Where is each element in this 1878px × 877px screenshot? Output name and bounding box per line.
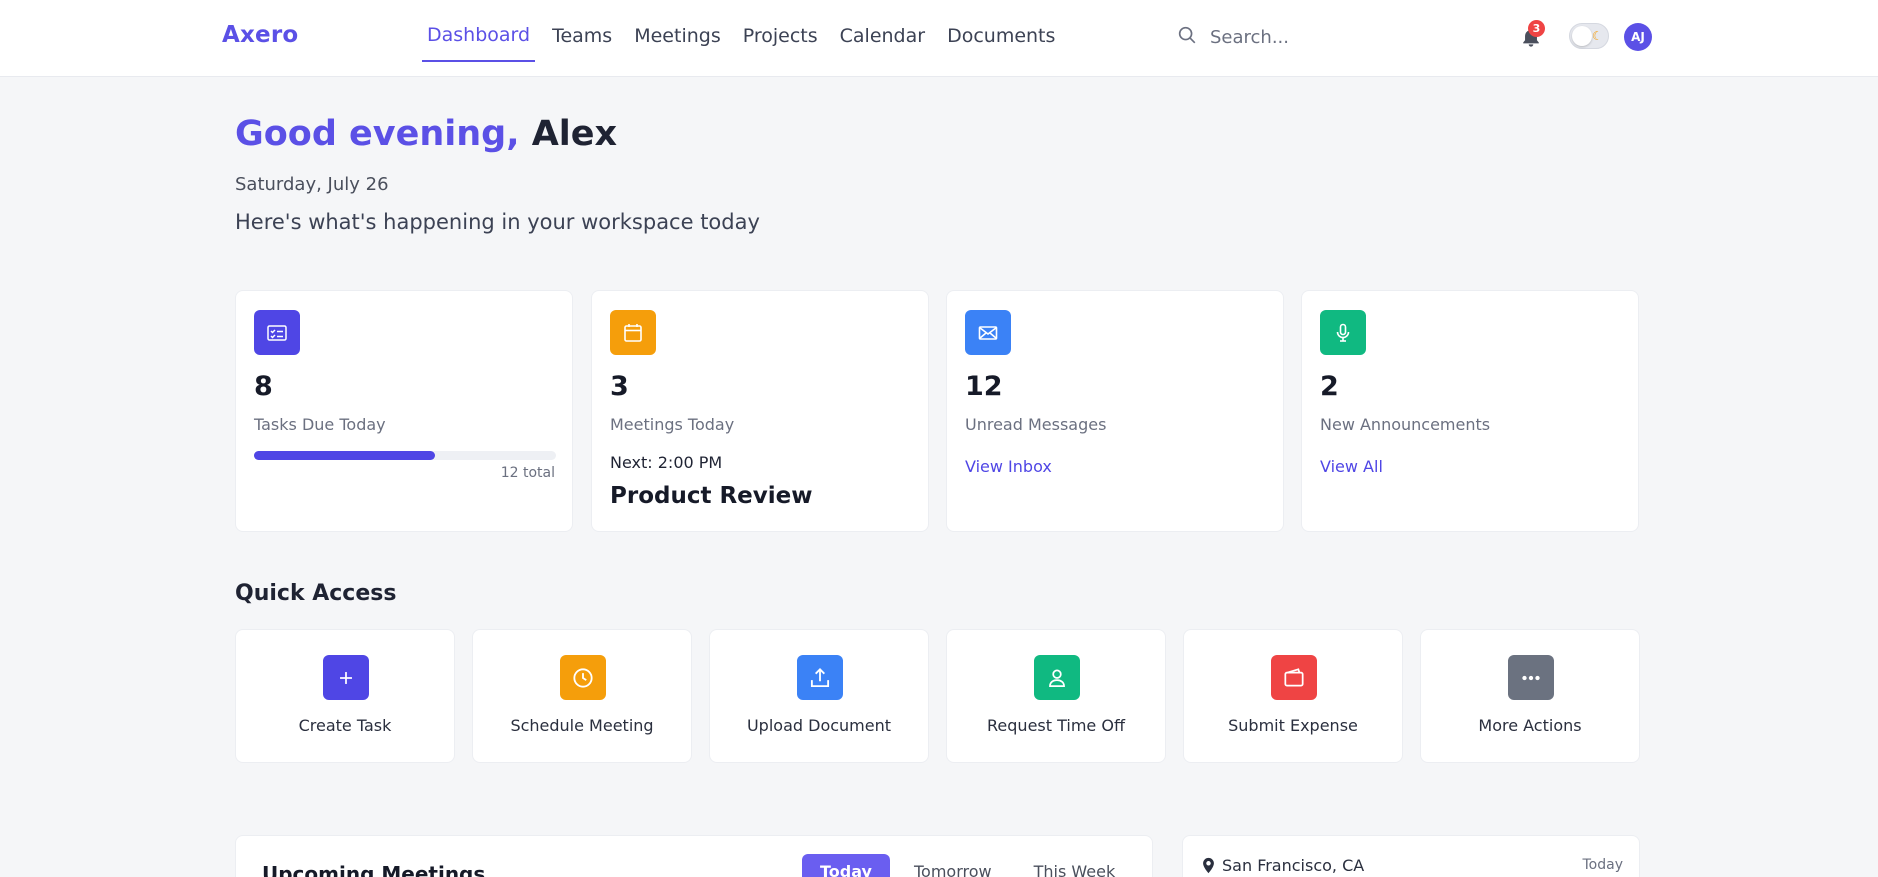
tasks-progress-bar [254, 451, 556, 460]
mail-icon [965, 310, 1011, 355]
more-actions-button[interactable]: More Actions [1420, 629, 1640, 763]
meetings-label: Meetings Today [610, 415, 735, 434]
upload-icon [797, 655, 843, 700]
main-nav: Dashboard Teams Meetings Projects Calend… [416, 0, 1066, 77]
create-task-label: Create Task [298, 716, 392, 735]
theme-toggle[interactable]: ☾ [1569, 23, 1609, 49]
upload-document-button[interactable]: Upload Document [709, 629, 929, 763]
schedule-meeting-button[interactable]: Schedule Meeting [472, 629, 692, 763]
upload-document-label: Upload Document [746, 716, 892, 735]
clock-icon [560, 655, 606, 700]
greeting-subtitle: Here's what's happening in your workspac… [235, 210, 760, 234]
weather-when: Today [1582, 857, 1624, 873]
meetings-tabs: Today Tomorrow This Week [802, 854, 1139, 877]
calendar-icon [610, 310, 656, 355]
tasks-progress-fill [254, 451, 436, 460]
nav-item-calendar[interactable]: Calendar [835, 0, 930, 62]
meetings-count: 3 [610, 371, 629, 402]
next-meeting-time: Next: 2:00 PM [610, 453, 723, 472]
submit-expense-button[interactable]: Submit Expense [1183, 629, 1403, 763]
location-pin-icon [1203, 857, 1214, 873]
announcements-count: 2 [1320, 371, 1339, 402]
current-date: Saturday, July 26 [235, 174, 389, 195]
request-time-off-label: Request Time Off [987, 716, 1125, 735]
tab-today[interactable]: Today [802, 854, 890, 877]
messages-label: Unread Messages [965, 415, 1107, 434]
weather-location: San Francisco, CA [1201, 856, 1364, 875]
wallet-icon [1271, 655, 1317, 700]
checklist-icon [254, 310, 300, 355]
view-all-link[interactable]: View All [1320, 457, 1383, 476]
avatar[interactable]: AJ [1624, 23, 1652, 51]
nav-item-meetings[interactable]: Meetings [629, 0, 726, 62]
notification-badge: 3 [1528, 20, 1545, 37]
plus-icon [323, 655, 369, 700]
tab-tomorrow[interactable]: Tomorrow [896, 854, 1010, 877]
create-task-button[interactable]: Create Task [235, 629, 455, 763]
tab-this-week[interactable]: This Week [1016, 854, 1134, 877]
announcements-card[interactable]: 2 New Announcements View All [1301, 290, 1639, 532]
more-actions-label: More Actions [1478, 716, 1582, 735]
messages-count: 12 [965, 371, 1003, 402]
tasks-total: 12 total [500, 465, 555, 481]
tasks-card[interactable]: 8 Tasks Due Today 12 total [235, 290, 573, 532]
more-icon [1508, 655, 1554, 700]
nav-item-projects[interactable]: Projects [738, 0, 823, 62]
top-navigation-bar: Axero Dashboard Teams Meetings Projects … [0, 0, 1878, 77]
app-logo[interactable]: Axero [222, 22, 298, 48]
search-icon [1176, 24, 1198, 50]
view-inbox-link[interactable]: View Inbox [965, 457, 1052, 476]
moon-icon: ☾ [1592, 29, 1603, 43]
nav-item-documents[interactable]: Documents [942, 0, 1060, 62]
search-input[interactable] [1210, 26, 1410, 48]
microphone-icon [1320, 310, 1366, 355]
user-icon [1034, 655, 1080, 700]
upcoming-meetings-panel: Upcoming Meetings Today Tomorrow This We… [235, 835, 1153, 877]
next-meeting-title[interactable]: Product Review [610, 483, 813, 509]
submit-expense-label: Submit Expense [1228, 716, 1358, 735]
request-time-off-button[interactable]: Request Time Off [946, 629, 1166, 763]
search-box [1176, 24, 1410, 50]
upcoming-meetings-title: Upcoming Meetings [262, 862, 486, 877]
nav-item-teams[interactable]: Teams [547, 0, 617, 62]
announcements-label: New Announcements [1320, 415, 1491, 434]
quick-access-title: Quick Access [235, 581, 397, 606]
tasks-count: 8 [254, 371, 273, 402]
nav-item-dashboard[interactable]: Dashboard [422, 0, 536, 62]
greeting-name: Alex [531, 114, 618, 154]
toggle-knob [1572, 26, 1592, 46]
location-name: San Francisco, CA [1222, 856, 1365, 875]
weather-panel: San Francisco, CA Today [1182, 835, 1640, 877]
greeting-prefix: Good evening, [235, 114, 520, 154]
greeting-heading: Good evening, Alex [235, 114, 617, 154]
schedule-meeting-label: Schedule Meeting [510, 716, 654, 735]
messages-card[interactable]: 12 Unread Messages View Inbox [946, 290, 1284, 532]
tasks-label: Tasks Due Today [254, 415, 386, 434]
meetings-card[interactable]: 3 Meetings Today Next: 2:00 PM Product R… [591, 290, 929, 532]
